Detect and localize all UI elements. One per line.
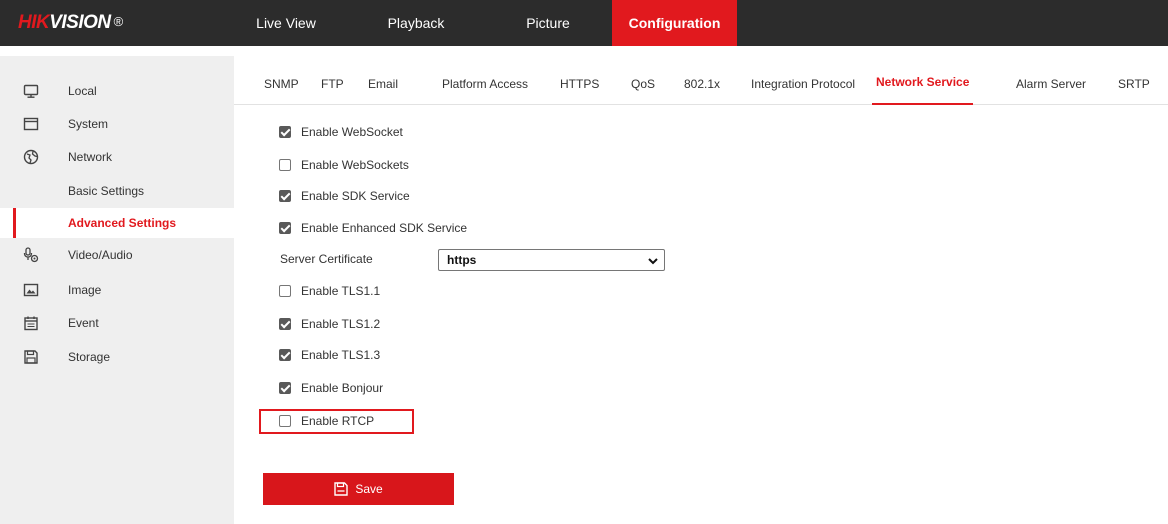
checkbox-unchecked[interactable] — [279, 285, 291, 297]
checkbox-checked[interactable] — [279, 349, 291, 361]
nav-playback[interactable]: Playback — [376, 0, 456, 46]
sidebar-item-label: Video/Audio — [68, 248, 133, 262]
option-label: Enable TLS1.2 — [301, 317, 381, 331]
sidebar-item-label: System — [68, 117, 109, 131]
option-enable-rtcp[interactable]: Enable RTCP — [279, 412, 374, 430]
hikvision-logo: HIK VISION ® — [18, 11, 123, 35]
tab-srtp[interactable]: SRTP — [1118, 56, 1150, 104]
tab-bar: SNMP FTP Email Platform Access HTTPS QoS… — [234, 56, 1168, 105]
sidebar-item-event[interactable]: Event — [0, 309, 234, 337]
active-indicator — [13, 208, 16, 238]
tab-https[interactable]: HTTPS — [560, 56, 599, 104]
option-label: Enable TLS1.1 — [301, 284, 381, 298]
nav-configuration[interactable]: Configuration — [612, 0, 737, 46]
tab-network-service[interactable]: Network Service — [872, 56, 974, 105]
checkbox-unchecked[interactable] — [279, 415, 291, 427]
sidebar-item-network[interactable]: Network — [0, 143, 234, 171]
logo-white-text: VISION — [49, 12, 111, 33]
option-enable-tls11[interactable]: Enable TLS1.1 — [279, 282, 380, 300]
option-enable-tls13[interactable]: Enable TLS1.3 — [279, 346, 380, 364]
save-icon — [334, 482, 349, 496]
tab-email[interactable]: Email — [368, 56, 398, 104]
tab-alarm-server[interactable]: Alarm Server — [1016, 56, 1086, 104]
option-enable-enhanced-sdk-service[interactable]: Enable Enhanced SDK Service — [279, 219, 467, 237]
option-label: Enable Bonjour — [301, 381, 384, 395]
option-label: Enable Enhanced SDK Service — [301, 221, 468, 235]
tab-snmp[interactable]: SNMP — [264, 56, 299, 104]
option-enable-tls12[interactable]: Enable TLS1.2 — [279, 315, 380, 333]
server-certificate-select[interactable]: https — [438, 249, 665, 271]
logo-red-text: HIK — [18, 12, 50, 33]
active-tab-underline — [872, 103, 974, 105]
option-enable-websockets[interactable]: Enable WebSockets — [279, 156, 409, 174]
option-label: Enable WebSockets — [301, 158, 409, 172]
checkbox-checked[interactable] — [279, 190, 291, 202]
option-enable-sdk-service[interactable]: Enable SDK Service — [279, 187, 410, 205]
tab-8021x[interactable]: 802.1x — [684, 56, 720, 104]
server-certificate-label: Server Certificate — [280, 252, 373, 266]
sidebar-item-video-audio[interactable]: Video/Audio — [0, 241, 234, 269]
option-label: Enable TLS1.3 — [301, 348, 381, 362]
save-label: Save — [355, 482, 383, 496]
sidebar-item-label: Advanced Settings — [68, 216, 177, 230]
sidebar-item-storage[interactable]: Storage — [0, 343, 234, 371]
floppy-icon — [23, 349, 39, 365]
logo-reg-mark: ® — [113, 13, 124, 29]
sidebar-item-basic-settings[interactable]: Basic Settings — [0, 176, 234, 206]
top-navigation-bar: HIK VISION ® Live View Playback Picture Co… — [0, 0, 1168, 46]
globe-icon — [23, 149, 39, 165]
tab-integration-protocol[interactable]: Integration Protocol — [751, 56, 855, 104]
sidebar-item-label: Basic Settings — [68, 184, 145, 198]
sidebar-item-label: Local — [68, 84, 97, 98]
sidebar-item-system[interactable]: System — [0, 110, 234, 138]
option-label: Enable SDK Service — [301, 189, 410, 203]
nav-picture[interactable]: Picture — [508, 0, 588, 46]
sidebar-item-label: Network — [68, 150, 113, 164]
sidebar-item-local[interactable]: Local — [0, 77, 234, 105]
option-enable-websocket[interactable]: Enable WebSocket — [279, 123, 403, 141]
checkbox-checked[interactable] — [279, 126, 291, 138]
tab-ftp[interactable]: FTP — [321, 56, 344, 104]
option-label: Enable WebSocket — [301, 125, 403, 139]
checkbox-checked[interactable] — [279, 222, 291, 234]
image-icon — [23, 282, 39, 298]
sidebar-item-label: Event — [68, 316, 99, 330]
checkbox-checked[interactable] — [279, 318, 291, 330]
option-label: Enable RTCP — [301, 414, 375, 428]
sidebar-item-label: Image — [68, 283, 102, 297]
calendar-icon — [23, 315, 39, 331]
select-value: https — [447, 253, 477, 267]
tab-platform-access[interactable]: Platform Access — [442, 56, 528, 104]
tab-qos[interactable]: QoS — [631, 56, 655, 104]
checkbox-checked[interactable] — [279, 382, 291, 394]
save-button[interactable]: Save — [263, 473, 454, 505]
chevron-down-icon — [648, 255, 658, 265]
window-icon — [23, 116, 39, 132]
nav-live-view[interactable]: Live View — [248, 0, 324, 46]
monitor-icon — [23, 83, 39, 99]
sidebar-item-label: Storage — [68, 350, 111, 364]
option-enable-bonjour[interactable]: Enable Bonjour — [279, 379, 383, 397]
sidebar-item-image[interactable]: Image — [0, 276, 234, 304]
tab-label: Network Service — [876, 75, 970, 89]
sidebar-item-advanced-settings[interactable]: Advanced Settings — [0, 208, 234, 238]
checkbox-unchecked[interactable] — [279, 159, 291, 171]
video-audio-icon — [23, 247, 39, 263]
